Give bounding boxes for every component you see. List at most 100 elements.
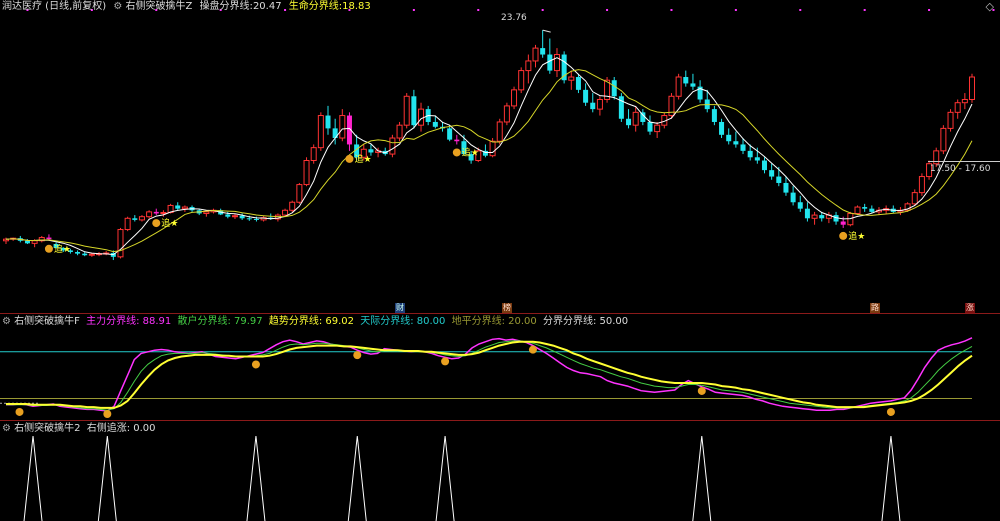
caopan-label: 操盘分界线:	[199, 1, 253, 12]
z2-header: ⚙ 右侧突破擒牛2 右侧追涨: 0.00	[2, 423, 156, 435]
sanhu-readout: 散户分界线: 79.97	[177, 316, 263, 327]
top-marker-dot	[928, 9, 931, 11]
candle-body	[432, 121, 438, 127]
top-marker-dot	[734, 9, 737, 11]
top-marker-dot	[799, 9, 802, 11]
candle-body	[918, 176, 925, 194]
gear-icon[interactable]: ⚙	[113, 1, 122, 12]
candle-body	[282, 209, 289, 216]
money-bag-icon	[441, 357, 450, 366]
candle-body	[239, 215, 245, 219]
candle-body	[389, 137, 396, 155]
main-header: 润达医疗 (日线,前复权) ⚙ 右侧突破擒牛Z 操盘分界线:20.47 生命分界…	[2, 1, 371, 13]
candle-body	[968, 76, 976, 100]
candle-body	[82, 253, 88, 256]
oscillator-panel	[0, 337, 973, 418]
candle-body	[575, 77, 581, 90]
candle-body	[553, 54, 560, 72]
money-bag-icon	[103, 410, 112, 418]
candle-body	[454, 139, 460, 142]
candle-body	[740, 144, 746, 151]
z2-indicator-name: 右侧突破擒牛2	[14, 423, 81, 434]
zhui-label: 追★	[354, 153, 371, 165]
zhui-label: 追★	[462, 146, 479, 158]
event-marker-zhang[interactable]: 涨	[965, 303, 975, 313]
high-pointer	[542, 29, 551, 33]
event-marker-bang[interactable]: 榜	[502, 303, 512, 313]
money-bag-icon	[528, 345, 537, 354]
f-header: ⚙ 右侧突破擒牛F 主力分界线: 88.91 散户分界线: 79.97 趋势分界…	[2, 316, 628, 328]
candle-body	[540, 48, 546, 55]
candle-body	[489, 140, 496, 157]
candle-body	[961, 98, 968, 104]
indicator-name: 右侧突破擒牛Z	[125, 1, 193, 12]
top-marker-dot	[541, 9, 544, 11]
candle-body	[790, 192, 796, 203]
candle-body	[46, 237, 52, 240]
money-bag-icon	[452, 148, 461, 157]
candle-body	[325, 115, 331, 129]
candle-body	[225, 214, 231, 217]
window-control-icon[interactable]: ◇	[986, 0, 994, 13]
candle-body	[819, 215, 825, 219]
zhui-label: 追★	[161, 217, 178, 229]
candle-body	[954, 102, 961, 113]
zhuizhang-spike	[435, 435, 455, 521]
candle-body	[75, 252, 81, 254]
money-bag-icon	[697, 386, 706, 395]
event-marker-lu[interactable]: 路	[870, 303, 880, 313]
candle-body	[797, 202, 803, 209]
ma-slow-line	[5, 69, 973, 253]
candle-body	[854, 206, 861, 214]
candle-body	[368, 149, 374, 153]
money-bag-icon	[44, 244, 53, 253]
candle-body	[804, 208, 810, 219]
caopan-value: 20.47	[252, 1, 282, 12]
candle-body	[447, 128, 453, 140]
candle-body	[690, 83, 696, 87]
candle-body	[303, 160, 310, 186]
candle-body	[181, 206, 188, 210]
candle-body	[253, 218, 259, 220]
zhuizhang-spike	[347, 435, 367, 521]
stock-title: 润达医疗 (日线,前复权)	[2, 1, 107, 12]
chart-canvas: 追★ 追★ 追★ 追★ 追★	[0, 9, 1000, 521]
candle-body	[547, 54, 553, 71]
candle-body	[840, 221, 846, 225]
candle-body	[496, 121, 503, 142]
zhuli-readout: 主力分界线: 88.91	[86, 316, 172, 327]
candle-body	[117, 229, 124, 258]
money-bag-icon	[251, 360, 260, 369]
zhuizhang-spike	[23, 435, 43, 521]
candle-body	[289, 201, 296, 211]
candle-body	[747, 150, 753, 158]
top-marker-dot	[670, 9, 673, 11]
candle-body	[611, 80, 617, 97]
candle-body	[132, 218, 138, 220]
zhuizhang-spike	[246, 435, 266, 521]
shengming-value: 18.83	[342, 1, 371, 12]
top-marker-dot	[412, 9, 415, 11]
candle-body	[862, 207, 868, 209]
money-bag-icon	[839, 231, 848, 240]
candle-body	[175, 205, 181, 209]
candle-body	[711, 109, 717, 122]
candle-body	[632, 111, 639, 126]
candle-body	[246, 218, 252, 220]
candle-body	[317, 115, 324, 149]
event-marker-cai[interactable]: 财	[395, 303, 405, 313]
gear-icon[interactable]: ⚙	[2, 423, 11, 434]
candle-body	[88, 253, 95, 256]
candle-body	[733, 141, 739, 145]
main-price-panel: 追★ 追★ 追★ 追★ 追★	[2, 9, 1000, 261]
ma-fast-line	[5, 57, 973, 256]
candle-body	[411, 96, 417, 126]
candle-body	[675, 76, 682, 97]
candle-body	[138, 216, 145, 221]
zhuizhang-spike	[881, 435, 901, 521]
candle-body	[568, 76, 575, 81]
money-bag-icon	[886, 407, 895, 416]
gear-icon[interactable]: ⚙	[2, 316, 11, 327]
candle-body	[525, 60, 532, 72]
candle-body	[124, 217, 131, 231]
